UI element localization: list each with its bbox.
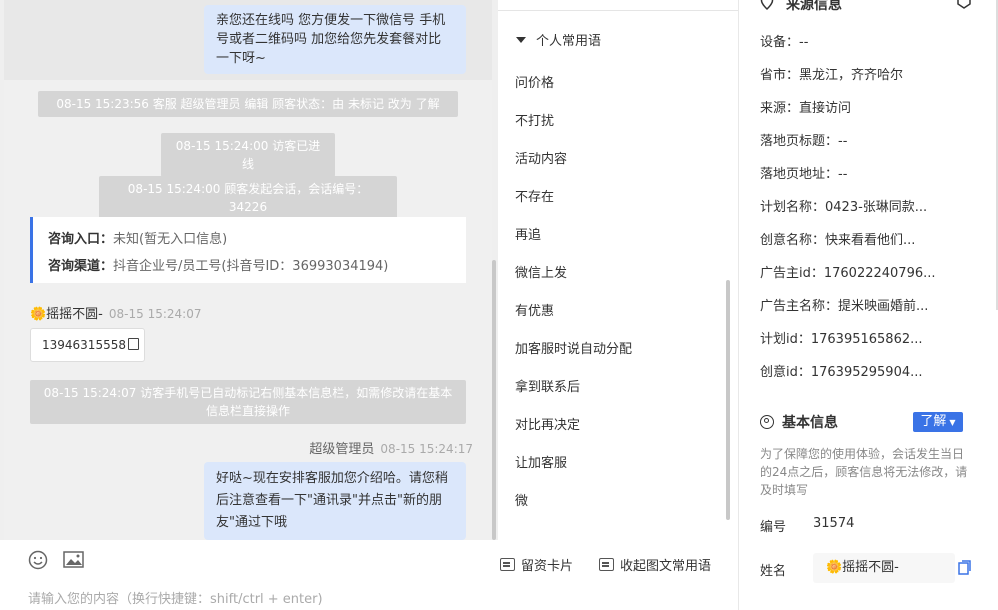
- phrase-item[interactable]: 让加客服: [515, 452, 567, 471]
- channel-value: 抖音企业号/员工号(抖音号ID：36993034194): [113, 259, 389, 274]
- phrase-item[interactable]: 对比再决定: [515, 414, 580, 433]
- phrases-group-toggle[interactable]: 个人常用语: [516, 30, 601, 49]
- channel-label: 咨询渠道：: [48, 259, 114, 274]
- phrase-item[interactable]: 拿到联系后: [515, 376, 580, 395]
- info-row: 广告主id：176022240796...: [760, 266, 936, 281]
- copy-icon[interactable]: [958, 560, 971, 575]
- agent-header: 超级管理员 08-15 15:24:17: [309, 438, 473, 457]
- id-value: 31574: [813, 516, 855, 531]
- system-message: 08-15 15:24:00 访客已进线: [161, 133, 335, 177]
- phrase-item[interactable]: 有优惠: [515, 300, 554, 319]
- agent-name: 超级管理员: [309, 442, 375, 457]
- customer-status-dropdown[interactable]: 了解 ▼: [913, 412, 963, 432]
- name-value: 🌼摇摇不圆-: [826, 560, 899, 575]
- image-icon[interactable]: [63, 550, 85, 574]
- location-icon: [760, 0, 774, 10]
- collapse-phrases-label: 收起图文常用语: [620, 559, 712, 574]
- phrase-item[interactable]: 不打扰: [515, 110, 554, 129]
- entry-value: 未知(暂无入口信息): [113, 232, 228, 247]
- copy-icon[interactable]: [127, 338, 139, 350]
- phrase-item[interactable]: 问价格: [515, 72, 554, 91]
- customer-info-panel: 来源信息 设备：-- 省市：黑龙江，齐齐哈尔 来源：直接访问 落地页标题：-- …: [738, 0, 998, 610]
- phrase-item[interactable]: 加客服时说自动分配: [515, 338, 632, 357]
- visitor-name: 🌼摇摇不圆-: [30, 307, 103, 322]
- user-icon: [760, 415, 774, 429]
- phrases-panel: 个人常用语 问价格 不打扰 活动内容 不存在 再追 微信上发 有优惠 加客服时说…: [498, 0, 738, 540]
- message-input[interactable]: 请输入您的内容（换行快捷键：shift/ctrl + enter): [28, 588, 323, 607]
- phrase-item[interactable]: 再追: [515, 224, 541, 243]
- name-field[interactable]: 🌼摇摇不圆-: [813, 553, 955, 583]
- info-row: 计划名称：0423-张琳同款...: [760, 200, 928, 215]
- info-row: 创意id：176395295904...: [760, 365, 923, 380]
- phrase-item[interactable]: 不存在: [515, 186, 554, 205]
- divider: [498, 10, 738, 11]
- card-icon: [500, 558, 515, 571]
- source-info-title: 来源信息: [760, 0, 842, 14]
- system-message: 08-15 15:24:00 顾客发起会话，会话编号：34226: [99, 176, 397, 220]
- info-row: 设备：--: [760, 35, 809, 50]
- info-row: 广告主名称：提米映画婚前...: [760, 299, 929, 314]
- caret-down-icon: [516, 37, 526, 43]
- basic-info-title: 基本信息: [760, 412, 838, 432]
- id-label: 编号: [760, 520, 787, 535]
- visitor-time: 08-15 15:24:07: [108, 307, 202, 321]
- info-row: 计划id：176395165862...: [760, 332, 923, 347]
- edit-icon[interactable]: [955, 0, 973, 9]
- basic-title-text: 基本信息: [782, 415, 838, 431]
- message-icon: [599, 558, 614, 571]
- chat-scrollbar[interactable]: [492, 260, 496, 540]
- phrases-heading: 个人常用语: [536, 34, 602, 49]
- phrases-scrollbar[interactable]: [726, 280, 730, 520]
- agent-message-bubble: 亲您还在线吗 您方便发一下微信号 手机号或者二维码吗 加您给您先发套餐对比一下呀…: [204, 5, 466, 74]
- status-label: 了解: [920, 414, 947, 429]
- entry-label: 咨询入口：: [48, 232, 114, 247]
- caret-down-icon: ▼: [949, 418, 956, 427]
- edit-deadline-note: 为了保障您的使用体验，会话发生当日的24点之后，顾客信息将无法修改，请及时填写: [760, 447, 968, 497]
- visitor-phone-message[interactable]: 13946315558: [30, 328, 145, 362]
- lead-card-button[interactable]: 留资卡片: [500, 555, 573, 574]
- lead-card-label: 留资卡片: [521, 559, 574, 574]
- visitor-header: 🌼摇摇不圆- 08-15 15:24:07: [30, 303, 201, 322]
- agent-time: 08-15 15:24:17: [380, 442, 473, 456]
- info-row: 省市：黑龙江，齐齐哈尔: [760, 68, 904, 83]
- phrase-item[interactable]: 微信上发: [515, 262, 567, 281]
- visitor-phone: 13946315558: [42, 338, 126, 352]
- collapse-phrases-button[interactable]: 收起图文常用语: [599, 555, 711, 574]
- info-row: 落地页标题：--: [760, 134, 848, 149]
- system-message: 08-15 15:24:07 访客手机号已自动标记右侧基本信息栏，如需修改请在基…: [30, 380, 466, 424]
- consult-info-card: 咨询入口：未知(暂无入口信息) 咨询渠道：抖音企业号/员工号(抖音号ID：369…: [30, 217, 466, 283]
- phrase-item[interactable]: 活动内容: [515, 148, 567, 167]
- info-row: 来源：直接访问: [760, 101, 852, 116]
- chat-panel: 亲您还在线吗 您方便发一下微信号 手机号或者二维码吗 加您给您先发套餐对比一下呀…: [0, 0, 498, 540]
- phrase-item[interactable]: 微: [515, 490, 528, 509]
- agent-message-bubble: 好哒~现在安排客服加您介绍哈。请您稍后注意查看一下"通讯录"并点击"新的朋友"通…: [204, 462, 466, 540]
- system-message: 08-15 15:23:56 客服 超级管理员 编辑 顾客状态：由 未标记 改为…: [38, 91, 458, 117]
- info-row: 落地页地址：--: [760, 167, 848, 182]
- source-title-text: 来源信息: [786, 0, 842, 13]
- name-label: 姓名: [760, 564, 787, 579]
- info-row: 创意名称：快来看看他们...: [760, 233, 916, 248]
- emoji-icon[interactable]: [28, 550, 48, 574]
